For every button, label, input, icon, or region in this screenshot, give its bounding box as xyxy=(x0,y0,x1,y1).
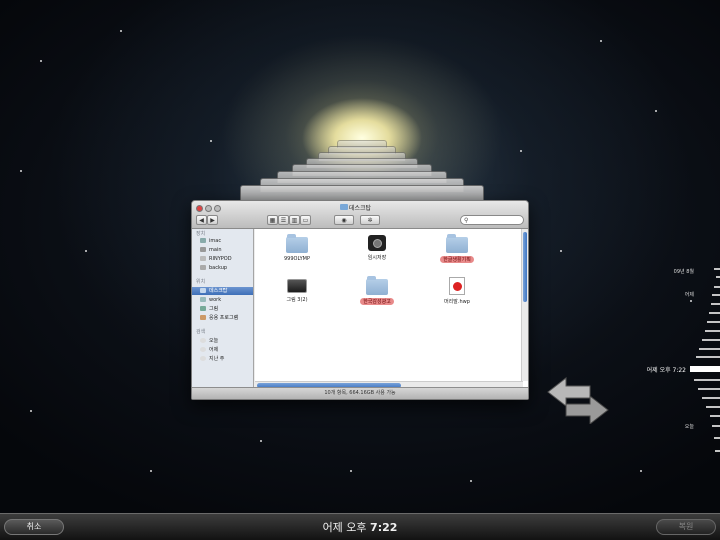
camera-icon xyxy=(368,235,386,251)
file-item[interactable]: 임시저장 xyxy=(347,235,407,261)
timeline-tick[interactable] xyxy=(711,303,720,305)
finder-window[interactable]: 데스크탑 ◀ ▶ ▦ ☰ ▥ ▭ ◉ ✲ ⚲ 장치 imac main RINY… xyxy=(191,200,529,400)
timeline-tick[interactable] xyxy=(702,397,720,399)
sidebar-item-last-week[interactable]: 지난 주 xyxy=(200,355,224,363)
sidebar-item-today[interactable]: 오늘 xyxy=(200,337,218,345)
timeline-tick[interactable] xyxy=(712,294,720,296)
folder-icon xyxy=(446,234,468,253)
file-view: 999OLYMP 임시저장 한글생활기획 그림 3(2) 한국감성광고 머리말.… xyxy=(255,229,528,389)
file-item[interactable]: 머리말.hwp xyxy=(427,277,487,305)
sidebar-section-places[interactable]: 위치 xyxy=(196,278,205,285)
sidebar-item-imac[interactable]: imac xyxy=(200,237,221,245)
timeline-label: 09년 8월 xyxy=(673,269,694,275)
folder-icon xyxy=(366,276,388,295)
timeline-current-marker[interactable] xyxy=(690,366,720,372)
timeline-label: 오늘 xyxy=(684,424,694,430)
action-button[interactable]: ✲ xyxy=(360,215,380,225)
timeline-tick[interactable] xyxy=(699,348,720,350)
bottom-control-bar: 취소 어제 오후 7:22 복원 xyxy=(0,513,720,540)
timeline-tick[interactable] xyxy=(694,379,720,381)
timeline-tick[interactable] xyxy=(710,415,720,417)
grid-icon: ▦ xyxy=(269,216,276,224)
coverflow-view-button[interactable]: ▭ xyxy=(300,215,311,225)
timeline-tick[interactable] xyxy=(707,321,720,323)
list-icon: ☰ xyxy=(280,216,287,224)
folder-icon xyxy=(200,297,206,302)
window-titlebar: 데스크탑 ◀ ▶ ▦ ☰ ▥ ▭ ◉ ✲ ⚲ xyxy=(192,201,528,229)
icon-view-button[interactable]: ▦ xyxy=(267,215,278,225)
gear-icon: ✲ xyxy=(367,216,373,224)
forward-button[interactable]: ▶ xyxy=(207,215,218,225)
sidebar-item-pictures[interactable]: 그림 xyxy=(200,305,218,313)
timeline-current-label: 어제 오후 7:22 xyxy=(646,367,686,374)
sidebar-item-rinypod[interactable]: RINYPOD xyxy=(200,255,232,263)
sidebar: 장치 imac main RINYPOD backup 위치 데스크탑 work… xyxy=(192,229,254,389)
hwp-document-icon xyxy=(449,277,465,295)
forward-in-time-arrow-icon[interactable] xyxy=(565,394,609,426)
list-view-button[interactable]: ☰ xyxy=(278,215,289,225)
timeline-label: 어제 xyxy=(684,292,694,298)
restore-button[interactable]: 복원 xyxy=(656,519,716,535)
timeline-tick[interactable] xyxy=(705,330,720,332)
timeline-tick[interactable] xyxy=(706,406,720,408)
sidebar-item-work[interactable]: work xyxy=(200,296,221,304)
current-time-display: 어제 오후 7:22 xyxy=(0,519,720,535)
time-machine-disk-icon xyxy=(200,265,206,270)
timeline-tick[interactable] xyxy=(709,312,720,314)
clock-icon xyxy=(200,338,206,343)
window-title: 데스크탑 xyxy=(348,205,372,212)
left-arrow-icon: ◀ xyxy=(199,216,204,224)
computer-icon xyxy=(200,238,206,243)
disk-icon xyxy=(200,247,206,252)
timeline-tick[interactable] xyxy=(702,339,720,341)
pictures-folder-icon xyxy=(200,306,206,311)
magnifier-icon: ⚲ xyxy=(464,217,469,224)
sidebar-item-main[interactable]: main xyxy=(200,246,222,254)
ipod-icon xyxy=(200,256,206,261)
search-input[interactable]: ⚲ xyxy=(460,215,524,225)
screenshot-file-icon xyxy=(287,279,307,293)
clock-icon xyxy=(200,356,206,361)
timeline-tick[interactable] xyxy=(714,268,720,270)
sidebar-item-yesterday[interactable]: 어제 xyxy=(200,346,218,354)
columns-icon: ▥ xyxy=(291,216,298,224)
right-arrow-icon: ▶ xyxy=(210,216,215,224)
coverflow-icon: ▭ xyxy=(302,216,309,224)
quicklook-eye-icon: ◉ xyxy=(341,216,347,224)
sidebar-item-desktop[interactable]: 데스크탑 xyxy=(200,287,227,295)
file-item[interactable]: 그림 3(2) xyxy=(267,279,327,303)
time-value: 7:22 xyxy=(370,521,398,534)
back-in-time-arrow-icon[interactable] xyxy=(547,376,591,408)
timeline-tick[interactable] xyxy=(714,286,720,288)
sidebar-item-backup[interactable]: backup xyxy=(200,264,227,272)
file-item[interactable]: 999OLYMP xyxy=(267,234,327,262)
clock-icon xyxy=(200,347,206,352)
file-item[interactable]: 한글생활기획 xyxy=(427,234,487,263)
quicklook-button[interactable]: ◉ xyxy=(334,215,354,225)
sidebar-section-search[interactable]: 검색 xyxy=(196,328,205,335)
timeline-tick[interactable] xyxy=(696,356,720,358)
sidebar-item-applications[interactable]: 응용 프로그램 xyxy=(200,314,238,322)
time-navigation-arrows xyxy=(546,374,610,426)
timeline-tick[interactable] xyxy=(698,388,720,390)
sidebar-section-devices[interactable]: 장치 xyxy=(196,230,205,237)
status-text: 10개 항목, 664.16GB 사용 가능 xyxy=(324,390,396,396)
time-prefix: 어제 오후 xyxy=(322,521,367,534)
back-button[interactable]: ◀ xyxy=(196,215,207,225)
status-bar: 10개 항목, 664.16GB 사용 가능 xyxy=(192,387,528,399)
timeline-tick[interactable] xyxy=(716,276,720,278)
column-view-button[interactable]: ▥ xyxy=(289,215,300,225)
desktop-icon xyxy=(200,288,206,293)
vertical-scrollbar[interactable] xyxy=(521,229,528,381)
timeline-tick[interactable] xyxy=(714,437,720,439)
timeline-tick[interactable] xyxy=(712,425,720,427)
applications-icon xyxy=(200,315,206,320)
file-item[interactable]: 한국감성광고 xyxy=(347,276,407,305)
vertical-scroll-thumb[interactable] xyxy=(523,232,527,302)
folder-icon xyxy=(286,234,308,253)
timeline-tick[interactable] xyxy=(715,450,720,452)
